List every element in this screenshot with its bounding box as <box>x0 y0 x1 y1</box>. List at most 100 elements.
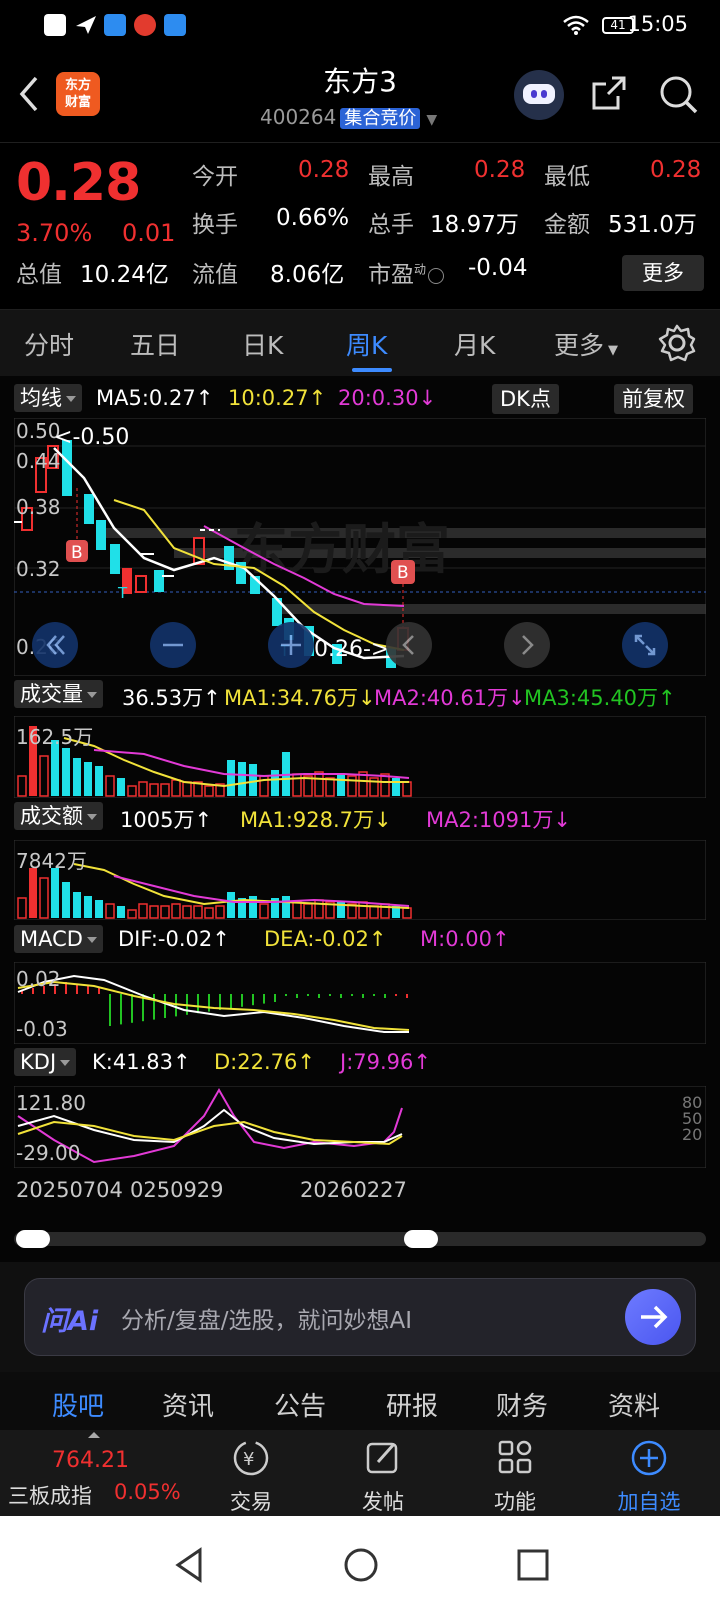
adjust-button[interactable]: 前复权 <box>614 384 693 414</box>
nav-post[interactable]: 发帖 <box>338 1438 428 1516</box>
edit-icon <box>366 1442 398 1474</box>
status-bar: 41 15:05 <box>0 0 720 56</box>
volume-selector[interactable]: 成交量 <box>14 680 103 708</box>
bar <box>325 777 335 797</box>
bar <box>149 783 159 797</box>
wifi-icon <box>563 15 589 35</box>
volume-current: 36.53万↑ <box>122 686 221 710</box>
chevron-down-icon: ▼ <box>426 112 438 128</box>
kline-chart[interactable]: 东方财富 B B T T 0.50 0.44 0.38 <box>14 418 706 676</box>
ma-selector[interactable]: 均线 <box>14 384 82 412</box>
pan-right-icon[interactable] <box>504 622 550 668</box>
tab-guba[interactable]: 股吧 <box>52 1386 104 1423</box>
kdj-selector[interactable]: KDJ <box>14 1048 77 1076</box>
stock-code-row[interactable]: 400264 集合竞价 ▼ <box>260 104 437 130</box>
bar <box>303 903 313 919</box>
bar <box>51 868 59 918</box>
nav-recents-icon[interactable] <box>514 1546 552 1584</box>
high-label: 最高 <box>368 164 414 190</box>
y-tick: 0.38 <box>16 495 61 519</box>
kdj-k: K:41.83↑ <box>92 1050 191 1074</box>
pan-left-fast-icon[interactable] <box>32 622 78 668</box>
amount-chart[interactable]: 7842万 <box>14 840 706 920</box>
nav-back-icon[interactable] <box>172 1546 206 1584</box>
zoom-in-icon[interactable] <box>268 622 314 668</box>
bar <box>17 775 27 797</box>
gear-icon[interactable] <box>658 324 696 362</box>
bar <box>138 903 148 919</box>
tab-more[interactable]: 更多 ▼ <box>554 326 618 362</box>
volume-ma2: MA2:40.61万↓ <box>374 686 526 710</box>
yuan-exchange-icon: ¥ <box>233 1440 269 1476</box>
bar <box>227 892 235 918</box>
bar <box>117 778 125 796</box>
kdj-chart[interactable]: 121.80 -29.00 80 50 20 <box>14 1086 706 1168</box>
bar <box>29 868 37 918</box>
arrow-right-icon[interactable] <box>625 1289 681 1345</box>
bar <box>160 783 170 797</box>
svg-text:¥: ¥ <box>243 1449 254 1470</box>
pan-left-icon[interactable] <box>386 622 432 668</box>
date-label-mid: 0250929 <box>130 1178 224 1202</box>
amount-selector[interactable]: 成交额 <box>14 802 103 830</box>
max-price-label: <-0.50 <box>54 425 129 450</box>
open-value: 0.28 <box>298 157 350 183</box>
last-price: 0.28 <box>16 153 141 213</box>
amount-max-label: 7842万 <box>16 849 87 873</box>
tab-monthly[interactable]: 月K <box>454 326 495 362</box>
chevron-up-icon[interactable] <box>88 1432 100 1438</box>
ai-robot-icon[interactable] <box>514 70 564 120</box>
pe-label: 市盈动 <box>368 255 446 289</box>
send-app-icon <box>76 16 96 34</box>
bar <box>193 905 203 919</box>
range-handle-right[interactable] <box>404 1230 438 1248</box>
bar <box>227 760 235 796</box>
volume-legend-row: 成交量 36.53万↑ MA1:34.76万↓ MA2:40.61万↓ MA3:… <box>0 678 720 712</box>
info-icon <box>428 267 445 284</box>
nav-home-icon[interactable] <box>342 1546 380 1584</box>
nav-trade[interactable]: ¥ 交易 <box>206 1438 296 1516</box>
buy-marker-label: B <box>71 543 83 563</box>
ai-input[interactable]: 问Ai 分析/复盘/选股，就问妙想AI <box>24 1278 696 1356</box>
float-label: 流值 <box>192 262 238 288</box>
share-icon[interactable] <box>590 74 630 114</box>
volume-chart[interactable]: 162.5万 <box>14 716 706 798</box>
pe-value: -0.04 <box>468 255 528 281</box>
bar <box>392 778 400 796</box>
tab-profile[interactable]: 资料 <box>608 1386 660 1423</box>
date-label-start: 20250704 <box>16 1178 123 1202</box>
tab-weekly[interactable]: 周K <box>346 326 387 362</box>
zoom-out-icon[interactable] <box>150 622 196 668</box>
tab-daily[interactable]: 日K <box>242 326 283 362</box>
content-tabs: 股吧 资讯 公告 研报 财务 资料 <box>0 1372 720 1430</box>
tab-5day[interactable]: 五日 <box>130 326 180 362</box>
tab-finance[interactable]: 财务 <box>496 1386 548 1423</box>
more-quote-button[interactable]: 更多 <box>622 255 704 291</box>
bar <box>171 779 181 797</box>
macd-chart[interactable]: 0.02 -0.03 <box>14 962 706 1044</box>
y-tick: 0.44 <box>16 449 61 473</box>
bar <box>95 900 103 918</box>
bar <box>117 906 125 918</box>
tab-intraday[interactable]: 分时 <box>24 326 74 362</box>
kdj-top-label: 121.80 <box>16 1091 86 1115</box>
nav-functions[interactable]: 功能 <box>470 1438 560 1516</box>
app-icon-blue-2 <box>164 14 186 36</box>
search-icon[interactable] <box>658 74 700 116</box>
kdj-bottom-label: -29.00 <box>16 1141 80 1165</box>
fullscreen-icon[interactable] <box>622 622 668 668</box>
macd-selector[interactable]: MACD <box>14 925 103 953</box>
amount-current: 1005万↑ <box>120 808 213 832</box>
index-value[interactable]: 764.21 <box>52 1448 129 1473</box>
bar <box>127 909 137 919</box>
ma-legend-row: 均线 MA5:0.27↑ 10:0.27↑ 20:0.30↓ DK点 前复权 <box>0 382 720 416</box>
tab-announcements[interactable]: 公告 <box>274 1386 326 1423</box>
nav-add-watchlist[interactable]: 加自选 <box>604 1438 694 1516</box>
bar <box>259 903 269 919</box>
index-name[interactable]: 三板成指 <box>8 1480 92 1510</box>
tab-research[interactable]: 研报 <box>386 1386 438 1423</box>
tab-news[interactable]: 资讯 <box>162 1386 214 1423</box>
range-handle-left[interactable] <box>16 1230 50 1248</box>
range-scrollbar[interactable] <box>14 1232 706 1246</box>
dk-point-button[interactable]: DK点 <box>492 384 559 414</box>
